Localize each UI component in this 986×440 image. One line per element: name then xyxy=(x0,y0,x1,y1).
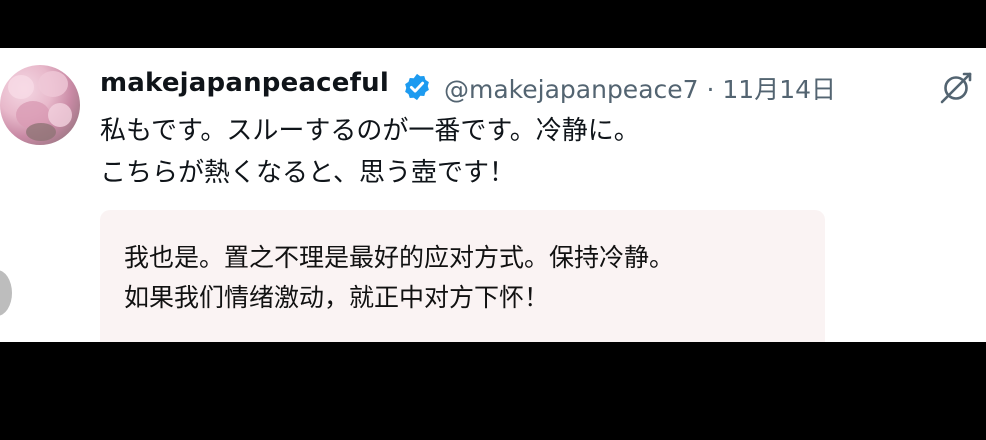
translation-line: 如果我们情绪激动，就正中对方下怀！ xyxy=(124,283,550,312)
tweet-text-line: こちらが熱くなると、思う壺です！ xyxy=(100,158,515,188)
handle-and-timestamp[interactable]: @makejapanpeace7 · 11月14日 xyxy=(444,70,836,106)
translation-box: 我也是。置之不理是最好的应对方式。保持冷静。 如果我们情绪激动，就正中对方下怀！ xyxy=(100,210,825,342)
translation-text: 我也是。置之不理是最好的应对方式。保持冷静。 如果我们情绪激动，就正中对方下怀！ xyxy=(124,238,674,318)
scroll-handle[interactable] xyxy=(0,270,12,316)
tweet-text: 私もです。スルーするのが一番です。冷静に。 こちらが熱くなると、思う壺です！ xyxy=(100,110,640,194)
tweet-text-line: 私もです。スルーするのが一番です。冷静に。 xyxy=(100,116,640,146)
tweet-card[interactable]: makejapanpeaceful @makejapanpeace7 · 11月… xyxy=(0,48,986,342)
screen-frame: makejapanpeaceful @makejapanpeace7 · 11月… xyxy=(0,0,986,440)
username[interactable]: makejapanpeaceful xyxy=(100,68,389,98)
avatar[interactable] xyxy=(0,65,80,145)
grok-icon[interactable] xyxy=(938,70,974,106)
translation-line: 我也是。置之不理是最好的应对方式。保持冷静。 xyxy=(124,243,675,272)
verified-badge-icon xyxy=(405,73,429,101)
